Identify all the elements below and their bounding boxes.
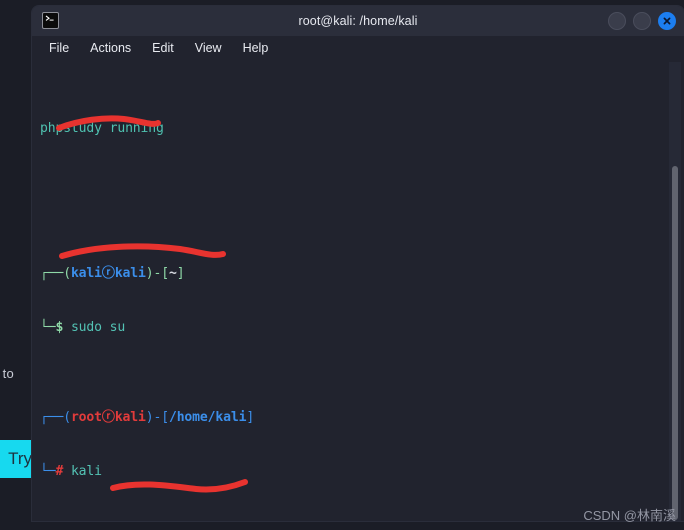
prompt2-host: kali	[114, 409, 146, 425]
menu-item-view[interactable]: View	[195, 42, 222, 55]
prompt1-user: kali	[70, 265, 102, 281]
menu-item-edit[interactable]: Edit	[152, 42, 174, 55]
prompt-line-2-header: ┌──(rootⓡkali)-[/home/kali]	[40, 409, 255, 425]
prompt2-command: kali	[70, 464, 102, 480]
menu-item-help[interactable]: Help	[243, 42, 269, 55]
prompt2-path: /home/kali	[168, 409, 247, 425]
close-icon	[663, 17, 671, 25]
prompt1-host: kali	[114, 265, 146, 281]
scrollbar-thumb[interactable]	[672, 166, 678, 520]
status-line-text: phpstudy running	[40, 121, 164, 137]
terminal-output: phpstudy running ┌──(kaliⓡkali)-[~] └─$ …	[40, 66, 666, 521]
terminal-window: root@kali: /home/kali File Actions Edit …	[32, 6, 684, 521]
menu-item-actions[interactable]: Actions	[90, 42, 131, 55]
minimize-button[interactable]	[608, 12, 626, 30]
prompt1-path: ~	[168, 265, 177, 281]
prompt-line-2-command: └─# kali	[40, 464, 102, 480]
prompt-line-1-header: ┌──(kaliⓡkali)-[~]	[40, 265, 185, 281]
prompt2-sep: ⓡ	[101, 409, 115, 425]
window-title: root@kali: /home/kali	[298, 14, 418, 28]
window-titlebar[interactable]: root@kali: /home/kali	[32, 6, 684, 36]
close-button[interactable]	[658, 12, 676, 30]
prompt2-user: root	[70, 409, 102, 425]
terminal-scrollbar[interactable]	[669, 62, 681, 521]
window-controls	[608, 12, 676, 30]
terminal-line: phpstudy running	[40, 120, 666, 138]
prompt-line-1-command: └─$ sudo su	[40, 319, 126, 335]
menu-item-file[interactable]: File	[49, 42, 69, 55]
terminal-body[interactable]: phpstudy running ┌──(kaliⓡkali)-[~] └─$ …	[32, 62, 684, 521]
menu-bar: File Actions Edit View Help	[32, 36, 684, 62]
maximize-button[interactable]	[633, 12, 651, 30]
terminal-icon	[42, 12, 59, 29]
csdn-watermark: CSDN @林南溪	[583, 508, 676, 523]
prompt1-command: sudo su	[70, 319, 126, 335]
background-try-button[interactable]: Try	[0, 440, 36, 478]
prompt1-sep: ⓡ	[101, 265, 115, 281]
background-partial-text: ed to	[0, 366, 14, 381]
background-try-button-label: Try	[8, 449, 32, 468]
